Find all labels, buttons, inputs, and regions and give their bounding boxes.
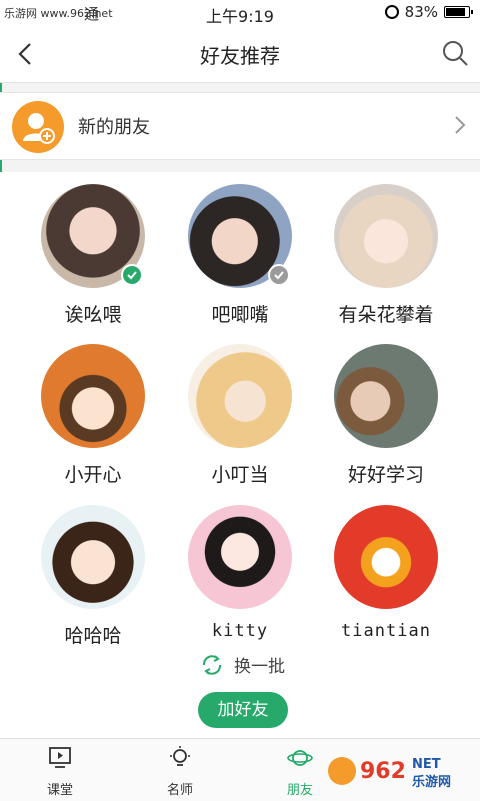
planet-icon: [287, 750, 313, 766]
new-friends-row[interactable]: 新的朋友: [0, 92, 480, 160]
friend-name: 有朵花攀着: [338, 304, 434, 326]
avatar: [334, 344, 438, 448]
friend-card[interactable]: 有朵花攀着: [311, 184, 461, 327]
avatar: [41, 344, 145, 448]
avatar: [334, 505, 438, 609]
lightbulb-icon: [170, 746, 190, 766]
friend-name: 哈哈哈: [64, 625, 122, 647]
play-screen-icon: [49, 747, 71, 768]
avatar: [41, 505, 145, 609]
friend-card[interactable]: 小叮当: [165, 344, 315, 487]
refresh-button[interactable]: 换一批: [200, 652, 285, 677]
status-right: 83%: [384, 3, 473, 21]
avatar: [188, 344, 292, 448]
refresh-icon: [202, 654, 222, 675]
friend-card[interactable]: 诶吆喂: [18, 184, 168, 327]
svg-text:962: 962: [360, 759, 406, 784]
friend-name: 小叮当: [211, 464, 269, 486]
new-friends-label: 新的朋友: [78, 117, 150, 138]
tab-classroom[interactable]: 课堂: [20, 745, 100, 798]
friend-name: 小开心: [64, 464, 122, 486]
friend-name: 诶吆喂: [64, 304, 122, 326]
battery-percent: 83%: [404, 3, 438, 21]
friend-card[interactable]: tiantian: [311, 505, 461, 641]
tab-teachers[interactable]: 名师: [140, 745, 220, 798]
tab-label: 名师: [166, 783, 193, 798]
search-icon: [443, 41, 468, 66]
friend-card[interactable]: 小开心: [18, 344, 168, 487]
nav-bar: 好友推荐: [0, 26, 480, 83]
refresh-label: 换一批: [234, 657, 285, 677]
friend-name: kitty: [211, 621, 269, 641]
status-bar: 乐游网 www.962.net 通 上午9:19 83%: [0, 0, 480, 26]
battery-icon: [444, 6, 473, 18]
friend-card[interactable]: kitty: [165, 505, 315, 641]
add-friend-button[interactable]: 加好友: [198, 692, 288, 728]
friend-card[interactable]: 哈哈哈: [18, 505, 168, 648]
watermark-logo: 962 NET 乐游网: [324, 746, 474, 796]
search-button[interactable]: [440, 38, 470, 68]
chevron-right-icon: [455, 116, 466, 134]
page-title: 好友推荐: [200, 44, 280, 68]
avatar: [41, 184, 145, 288]
unselected-check-icon: [268, 264, 290, 286]
add-user-icon: [12, 101, 64, 153]
selected-check-icon: [121, 264, 143, 286]
friend-card[interactable]: 吧唧嘴: [165, 184, 315, 327]
avatar: [188, 184, 292, 288]
svg-text:乐游网: 乐游网: [412, 774, 451, 790]
friend-name: tiantian: [341, 621, 431, 641]
friend-card[interactable]: 好好学习: [311, 344, 461, 487]
avatar: [188, 505, 292, 609]
friend-name: 吧唧嘴: [211, 304, 269, 326]
tab-label: 课堂: [46, 783, 73, 798]
svg-text:NET: NET: [412, 757, 441, 772]
avatar: [334, 184, 438, 288]
friend-name: 好好学习: [347, 464, 424, 486]
alarm-icon: [384, 5, 399, 19]
